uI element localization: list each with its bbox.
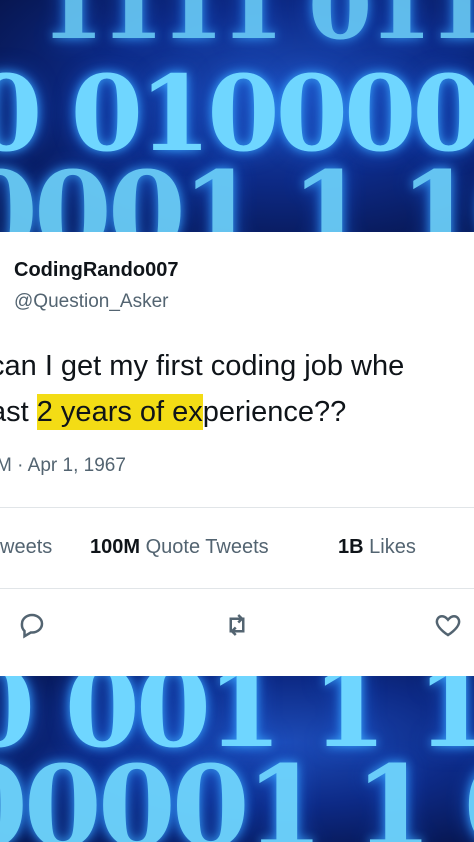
like-button[interactable] xyxy=(431,608,465,642)
tweet-timestamp[interactable]: M · Apr 1, 1967 xyxy=(0,455,126,477)
binary-background-bottom: 0 001 1 1 111 01 00001 1 011 01 xyxy=(0,676,474,842)
quote-tweets-label: Quote Tweets xyxy=(145,536,269,558)
tweet-handle[interactable]: @Question_Asker xyxy=(14,291,168,313)
tweet-text-line: ast 2 years of experience?? xyxy=(0,389,474,435)
reply-button[interactable] xyxy=(15,608,49,642)
binary-digits-row: 00001 1 011 01 xyxy=(0,742,474,842)
highlighted-text: 2 years of ex xyxy=(36,394,203,430)
likes-stat[interactable]: 1B Likes xyxy=(338,536,416,559)
quote-tweets-stat[interactable]: 100M Quote Tweets xyxy=(90,536,269,559)
tweet-text-fragment: ast xyxy=(0,396,29,428)
retweet-icon xyxy=(229,614,245,636)
divider xyxy=(0,507,474,508)
tweet-text: can I get my first coding job whe ast 2 … xyxy=(0,343,474,435)
likes-count: 1B xyxy=(338,536,364,558)
divider xyxy=(0,588,474,589)
tweet-display-name[interactable]: CodingRando007 xyxy=(14,259,178,282)
binary-digits-row: 1111 011 00111 xyxy=(40,0,474,60)
heart-icon xyxy=(435,614,461,637)
retweets-stat[interactable]: weets xyxy=(0,536,52,559)
reply-bubble-icon xyxy=(20,613,44,639)
tweet-text-line: can I get my first coding job whe xyxy=(0,350,405,382)
tweet-text-fragment: perience?? xyxy=(202,396,347,428)
quote-tweets-count: 100M xyxy=(90,536,141,558)
retweets-label: weets xyxy=(0,536,53,558)
likes-label: Likes xyxy=(369,536,416,558)
binary-background-top: 1111 011 00111 0 01000000000 0001 1 1000… xyxy=(0,0,474,232)
binary-digits-row: 0001 1 10001001 xyxy=(0,148,474,232)
retweet-button[interactable] xyxy=(220,608,254,642)
